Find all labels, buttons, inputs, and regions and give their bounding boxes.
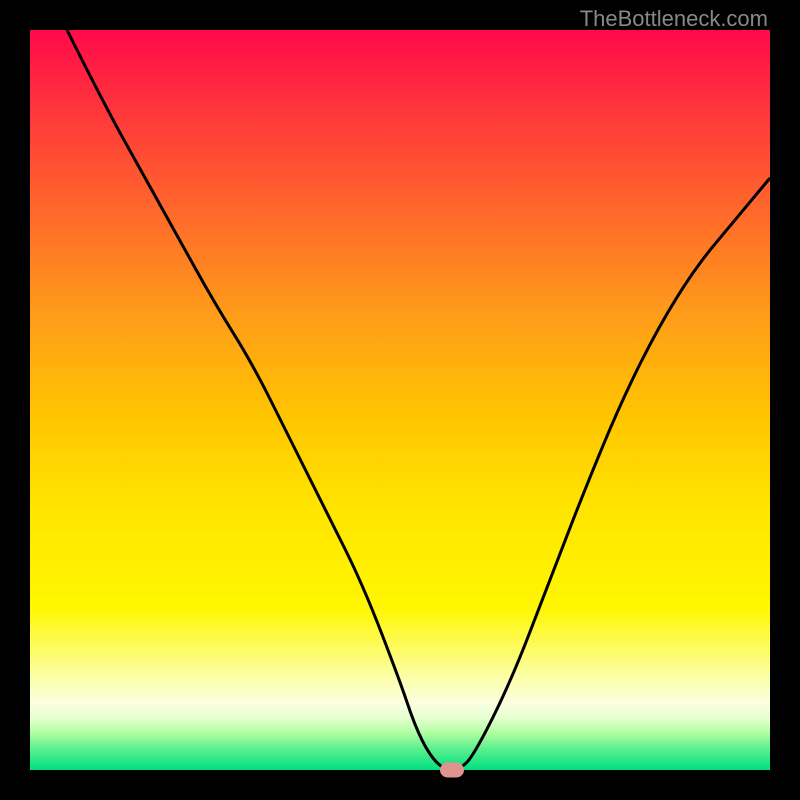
bottleneck-curve	[67, 30, 770, 770]
plot-area	[30, 30, 770, 770]
chart-frame: TheBottleneck.com	[0, 0, 800, 800]
curve-svg	[30, 30, 770, 770]
optimum-marker	[440, 763, 464, 778]
watermark-text: TheBottleneck.com	[580, 6, 768, 32]
